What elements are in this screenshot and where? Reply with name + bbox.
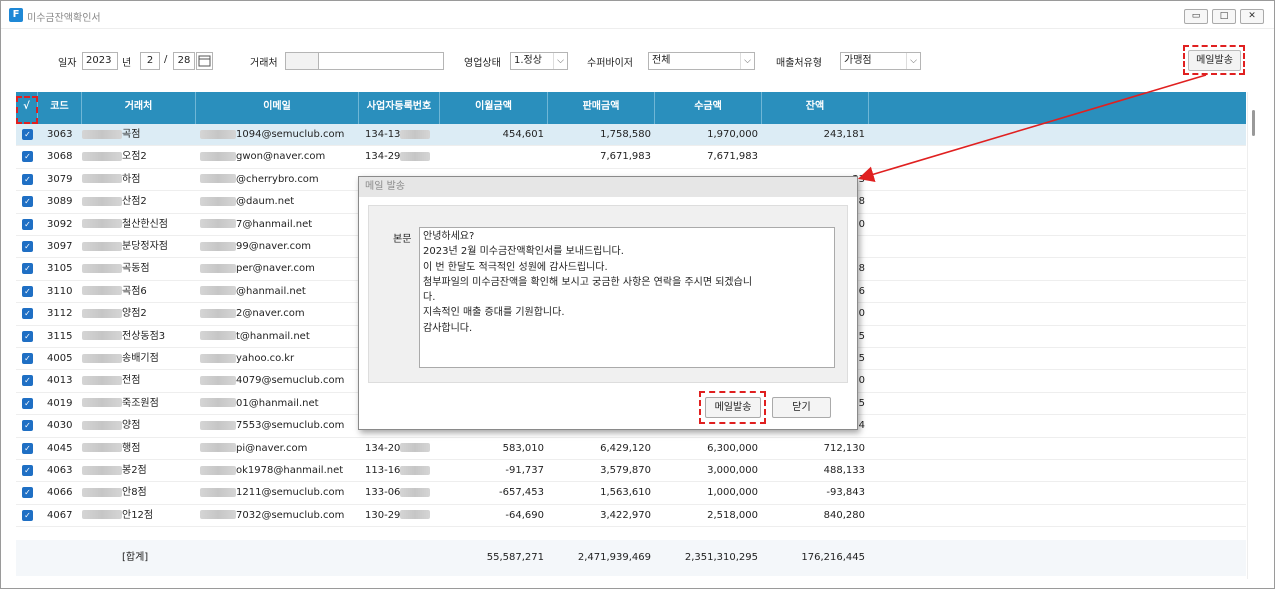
main-window: F 미수금잔액확인서 ▭ □ ✕ 일자 2023 년 2 / 28 거래처 영업… xyxy=(0,0,1275,589)
annotation-arrow xyxy=(857,74,1207,183)
